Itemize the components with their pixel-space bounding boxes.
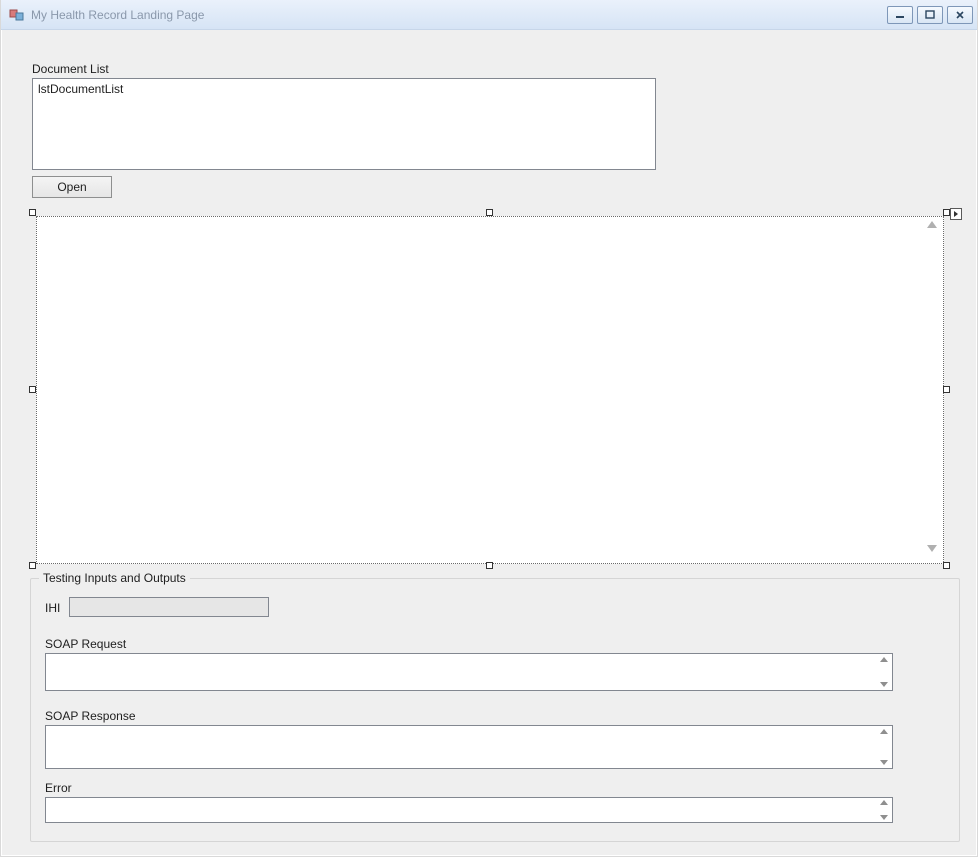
soap-request-field[interactable] xyxy=(45,653,893,691)
resize-handle-icon[interactable] xyxy=(29,386,36,393)
error-field[interactable] xyxy=(45,797,893,823)
app-window: My Health Record Landing Page Document L… xyxy=(0,0,978,857)
error-label: Error xyxy=(45,781,72,795)
scroll-up-icon xyxy=(925,221,939,235)
maximize-button[interactable] xyxy=(917,6,943,24)
groupbox-legend: Testing Inputs and Outputs xyxy=(39,571,190,585)
resize-handle-icon[interactable] xyxy=(486,562,493,569)
list-item[interactable]: lstDocumentList xyxy=(34,81,654,97)
resize-handle-icon[interactable] xyxy=(29,562,36,569)
client-area: Document List lstDocumentList Open Testi… xyxy=(2,30,976,855)
document-list-label: Document List xyxy=(32,62,109,76)
minimize-button[interactable] xyxy=(887,6,913,24)
scroll-down-icon xyxy=(925,545,939,559)
app-icon xyxy=(9,7,25,23)
web-browser-panel[interactable] xyxy=(36,216,944,564)
smart-tag-icon[interactable] xyxy=(950,208,962,220)
soap-request-label: SOAP Request xyxy=(45,637,126,651)
resize-handle-icon[interactable] xyxy=(943,209,950,216)
open-button[interactable]: Open xyxy=(32,176,112,198)
soap-response-label: SOAP Response xyxy=(45,709,136,723)
window-buttons xyxy=(887,6,973,24)
testing-groupbox: Testing Inputs and Outputs IHI SOAP Requ… xyxy=(30,578,960,842)
resize-handle-icon[interactable] xyxy=(486,209,493,216)
resize-handle-icon[interactable] xyxy=(943,386,950,393)
soap-response-field[interactable] xyxy=(45,725,893,769)
resize-handle-icon[interactable] xyxy=(943,562,950,569)
titlebar: My Health Record Landing Page xyxy=(1,0,977,30)
ihi-field[interactable] xyxy=(69,597,269,617)
resize-handle-icon[interactable] xyxy=(29,209,36,216)
document-list[interactable]: lstDocumentList xyxy=(32,78,656,170)
ihi-label: IHI xyxy=(45,601,60,615)
window-title: My Health Record Landing Page xyxy=(31,8,204,22)
close-button[interactable] xyxy=(947,6,973,24)
